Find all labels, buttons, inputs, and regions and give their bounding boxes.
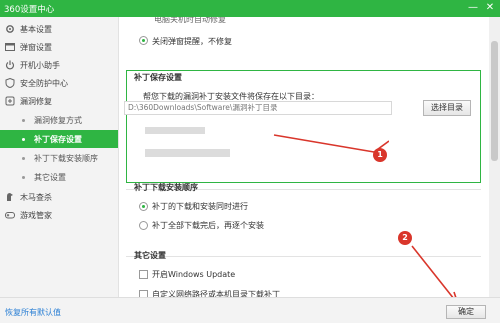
custom-path-checkbox[interactable] <box>139 290 148 297</box>
patch-icon <box>5 96 15 106</box>
annotation-arrow-1 <box>273 134 389 153</box>
settings-content: 电脑关机时自动修复 关闭弹窗提醒，不修复 补丁保存设置 帮您下载的漏洞补丁安装文… <box>119 17 489 297</box>
sidebar-item-game-manager[interactable]: 游戏管家 <box>0 206 118 224</box>
download-order-title: 补丁下载安装顺序 <box>134 183 198 192</box>
sidebar-subitem-patch-save[interactable]: 补丁保存设置 <box>0 130 118 148</box>
annotation-marker-2: 2 <box>398 231 412 245</box>
close-popup-label: 关闭弹窗提醒，不修复 <box>152 37 232 46</box>
sidebar-item-vulnerability-fix[interactable]: 漏洞修复 <box>0 92 118 110</box>
sidebar-item-popup-settings[interactable]: 弹窗设置 <box>0 38 118 56</box>
gamepad-icon <box>5 212 15 219</box>
trojan-icon <box>7 193 13 201</box>
patch-save-title: 补丁保存设置 <box>134 73 182 82</box>
custom-path-label: 自定义网络路径或本机目录下载补丁 <box>152 290 280 297</box>
sidebar-item-label: 游戏管家 <box>20 211 52 220</box>
order-option-parallel-label: 补丁的下载和安装同时进行 <box>152 202 248 211</box>
title-bar: 360设置中心 — ✕ <box>0 0 500 17</box>
scrollbar[interactable] <box>489 17 500 297</box>
sidebar-subitem-label: 补丁下载安装顺序 <box>34 154 98 163</box>
restore-defaults-link[interactable]: 恢复所有默认值 <box>5 307 61 318</box>
footer-bar: 恢复所有默认值 确定 <box>0 297 500 323</box>
bullet-icon <box>22 176 25 179</box>
windows-update-label: 开启Windows Update <box>152 270 236 279</box>
gear-icon <box>6 25 14 33</box>
sidebar: 基本设置 弹窗设置 开机小助手 安全防护中心 漏洞修复 漏洞修复方式 补丁保存设… <box>0 17 119 297</box>
power-icon <box>5 60 15 70</box>
sidebar-subitem-label: 漏洞修复方式 <box>34 116 82 125</box>
scrollbar-thumb[interactable] <box>491 41 498 161</box>
sidebar-subitem-label: 其它设置 <box>34 173 66 182</box>
order-radio-parallel[interactable] <box>139 202 148 211</box>
other-settings-title: 其它设置 <box>134 251 166 260</box>
windows-update-checkbox[interactable] <box>139 270 148 279</box>
top-partial-option-text: 电脑关机时自动修复 <box>154 17 226 24</box>
sidebar-item-label: 漏洞修复 <box>20 97 52 106</box>
sidebar-item-basic-settings[interactable]: 基本设置 <box>0 20 118 38</box>
bullet-icon <box>22 119 25 122</box>
close-popup-radio[interactable] <box>139 36 148 45</box>
sidebar-subitem-other-settings[interactable]: 其它设置 <box>0 168 118 186</box>
confirm-button[interactable]: 确定 <box>446 305 486 319</box>
sidebar-subitem-fix-method[interactable]: 漏洞修复方式 <box>0 111 118 129</box>
close-button[interactable]: ✕ <box>483 1 497 15</box>
bullet-icon <box>22 157 25 160</box>
shield-icon <box>5 78 15 88</box>
divider <box>126 256 481 257</box>
popup-icon <box>5 43 15 51</box>
sidebar-item-label: 安全防护中心 <box>20 79 68 88</box>
window-title: 360设置中心 <box>4 5 55 15</box>
sidebar-subitem-download-order[interactable]: 补丁下载安装顺序 <box>0 149 118 167</box>
blurred-text <box>145 127 205 134</box>
sidebar-item-label: 基本设置 <box>20 25 52 34</box>
sidebar-subitem-label: 补丁保存设置 <box>34 135 82 144</box>
sidebar-item-label: 木马查杀 <box>20 193 52 202</box>
patch-dir-field[interactable]: D:\360Downloads\Software\漏洞补丁目录 <box>124 101 392 115</box>
order-radio-sequential[interactable] <box>139 221 148 230</box>
sidebar-item-label: 开机小助手 <box>20 61 60 70</box>
minimize-button[interactable]: — <box>466 1 480 15</box>
order-option-sequential-label: 补丁全部下载完后，再逐个安装 <box>152 221 264 230</box>
sidebar-item-security-center[interactable]: 安全防护中心 <box>0 74 118 92</box>
choose-directory-button[interactable]: 选择目录 <box>423 100 471 116</box>
sidebar-item-trojan-scan[interactable]: 木马查杀 <box>0 188 118 206</box>
bullet-icon <box>22 138 25 141</box>
sidebar-item-label: 弹窗设置 <box>20 43 52 52</box>
sidebar-item-startup-assistant[interactable]: 开机小助手 <box>0 56 118 74</box>
blurred-text <box>145 149 230 157</box>
